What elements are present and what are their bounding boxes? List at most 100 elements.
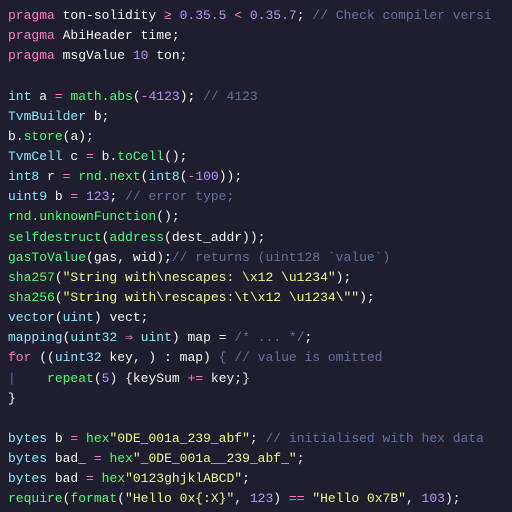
- code-token: ;: [172, 28, 180, 43]
- code-token: =: [86, 471, 94, 486]
- code-token: }: [8, 391, 16, 406]
- code-token: bad_: [47, 451, 94, 466]
- code-line: [8, 409, 504, 429]
- code-token: msgValue: [55, 48, 133, 63]
- code-token: TvmCell: [8, 149, 63, 164]
- code-token: ton-solidity: [55, 8, 164, 23]
- code-token: // initialised with hex data: [258, 431, 484, 446]
- code-token: pragma: [8, 48, 55, 63]
- code-token: toCell: [117, 149, 164, 164]
- code-line: }: [8, 389, 504, 409]
- code-line: rnd.unknownFunction();: [8, 207, 504, 227]
- code-token: ));: [219, 169, 242, 184]
- code-token: (: [180, 169, 188, 184]
- code-token: "String with\rescapes:\t\x12 \u1234\"": [63, 290, 359, 305]
- code-token: ): [273, 491, 289, 506]
- code-line: bytes bad = hex"0123ghjklABCD";: [8, 469, 504, 489]
- code-token: hex: [86, 431, 109, 446]
- code-token: 123: [250, 491, 273, 506]
- code-token: // Check compiler versi: [305, 8, 492, 23]
- code-token: rnd.unknownFunction: [8, 209, 156, 224]
- code-line: pragma AbiHeader time;: [8, 26, 504, 46]
- code-token: 100: [195, 169, 218, 184]
- code-token: // error type;: [117, 189, 234, 204]
- code-token: gasToValue: [8, 250, 86, 265]
- code-token: 4123: [148, 89, 179, 104]
- code-token: b: [47, 431, 70, 446]
- code-token: key;: [203, 371, 242, 386]
- code-token: +=: [187, 371, 203, 386]
- code-token: ;: [242, 471, 250, 486]
- code-token: { // value is omitted: [219, 350, 383, 365]
- code-token: c: [63, 149, 86, 164]
- code-token: /* ... */: [234, 330, 304, 345]
- code-token: (dest_addr));: [164, 230, 265, 245]
- code-token: require: [8, 491, 63, 506]
- code-token: format: [70, 491, 117, 506]
- code-token: a: [31, 89, 54, 104]
- code-token: r: [39, 169, 62, 184]
- code-token: int8: [148, 169, 179, 184]
- code-token: b: [94, 149, 110, 164]
- code-token: 103: [422, 491, 445, 506]
- code-token: }: [242, 371, 250, 386]
- code-token: "_0DE_001a__239_abf_": [133, 451, 297, 466]
- code-token: 123: [78, 189, 109, 204]
- code-line: [8, 66, 504, 86]
- code-token: ) {keySum: [109, 371, 187, 386]
- code-token: "Hello 0x7B": [312, 491, 406, 506]
- code-line: int8 r = rnd.next(int8(-100));: [8, 167, 504, 187]
- code-token: [94, 471, 102, 486]
- code-token: ton: [148, 48, 179, 63]
- code-token: 10: [133, 48, 149, 63]
- code-token: =: [55, 89, 63, 104]
- code-token: ) map =: [172, 330, 234, 345]
- code-token: selfdestruct: [8, 230, 102, 245]
- code-line: pragma ton-solidity ≥ 0.35.5 < 0.35.7; /…: [8, 6, 504, 26]
- code-token: sha257: [8, 270, 55, 285]
- code-token: ();: [156, 209, 179, 224]
- code-line: pragma msgValue 10 ton;: [8, 46, 504, 66]
- code-line: bytes b = hex"0DE_001a_239_abf"; // init…: [8, 429, 504, 449]
- code-line: b.store(a);: [8, 127, 504, 147]
- code-token: hex: [102, 471, 125, 486]
- code-token: ;: [250, 431, 258, 446]
- code-token: ((: [31, 350, 54, 365]
- code-token: ;: [180, 48, 188, 63]
- code-token: key, ) : map): [102, 350, 219, 365]
- code-token: uint: [63, 310, 94, 325]
- code-line: TvmBuilder b;: [8, 107, 504, 127]
- code-token: (: [55, 310, 63, 325]
- code-token: int: [8, 89, 31, 104]
- code-token: );: [336, 270, 352, 285]
- code-token: [117, 330, 125, 345]
- code-token: (: [55, 270, 63, 285]
- code-token: (gas, wid);: [86, 250, 172, 265]
- code-token: b: [8, 129, 16, 144]
- code-line: mapping(uint32 ⇒ uint) map = /* ... */;: [8, 328, 504, 348]
- code-token: repeat: [47, 371, 94, 386]
- code-token: ==: [289, 491, 305, 506]
- code-token: ,: [406, 491, 422, 506]
- code-token: int8: [8, 169, 39, 184]
- code-token: store: [24, 129, 63, 144]
- code-line: sha257("String with\nescapes: \x12 \u123…: [8, 268, 504, 288]
- code-line: int a = math.abs(-4123); // 4123: [8, 87, 504, 107]
- code-line: require(format("Hello 0x{:X}", 123) == "…: [8, 489, 504, 509]
- code-token: vector: [8, 310, 55, 325]
- code-token: "0DE_001a_239_abf": [109, 431, 249, 446]
- code-token: AbiHeader time: [55, 28, 172, 43]
- code-token: (: [55, 290, 63, 305]
- code-line: TvmCell c = b.toCell();: [8, 147, 504, 167]
- code-token: b: [47, 189, 70, 204]
- code-line: vector(uint) vect;: [8, 308, 504, 328]
- code-token: (: [117, 491, 125, 506]
- code-token: 0.35.5: [172, 8, 227, 23]
- code-token: );: [445, 491, 461, 506]
- code-token: bytes: [8, 431, 47, 446]
- code-token: ) vect;: [94, 310, 149, 325]
- code-line: | repeat(5) {keySum += key;}: [8, 369, 504, 389]
- code-token: pragma: [8, 28, 55, 43]
- code-token: mapping: [8, 330, 63, 345]
- code-token: uint32: [55, 350, 102, 365]
